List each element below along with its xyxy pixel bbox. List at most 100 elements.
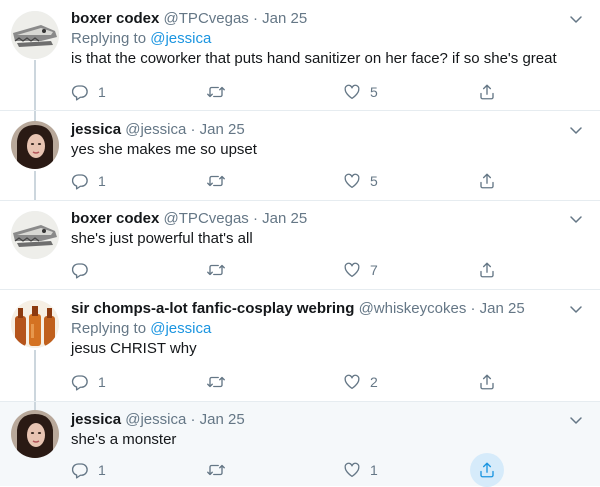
tweet-date[interactable]: Jan 25 <box>262 10 307 27</box>
woman-portrait-avatar <box>11 410 59 458</box>
heart-icon <box>344 173 360 189</box>
separator-dot: · <box>252 10 258 27</box>
tweet-date[interactable]: Jan 25 <box>262 210 307 227</box>
display-name[interactable]: jessica <box>71 411 121 428</box>
heart-icon <box>344 462 360 478</box>
retweet-icon <box>207 86 225 98</box>
retweet-button[interactable] <box>206 80 235 104</box>
reply-icon <box>71 174 88 190</box>
like-count: 7 <box>370 262 378 278</box>
tweet-actions: 1 5 <box>71 80 511 104</box>
share-icon <box>480 374 494 390</box>
tweet-actions: 7 <box>71 258 511 282</box>
heart-icon <box>344 262 360 278</box>
share-button[interactable] <box>470 365 504 399</box>
replying-to-label: Replying to <box>71 320 147 337</box>
replying-to-mention[interactable]: @jessica <box>150 320 211 337</box>
tweet[interactable]: jessica @jessica · Jan 25 yes she makes … <box>0 111 600 200</box>
display-name[interactable]: sir chomps-a-lot fanfic-cosplay webring <box>71 300 354 317</box>
reply-count: 1 <box>98 374 106 390</box>
tweet-actions: 1 5 <box>71 169 511 193</box>
reply-count: 1 <box>98 462 106 478</box>
tweet-actions: 1 2 <box>71 370 511 394</box>
retweet-button[interactable] <box>206 370 235 394</box>
tweet[interactable]: boxer codex @TPCvegas · Jan 25 Replying … <box>0 0 600 110</box>
like-count: 2 <box>370 374 378 390</box>
reply-icon <box>71 263 88 279</box>
reply-button[interactable]: 1 <box>71 80 106 104</box>
retweet-button[interactable] <box>206 258 235 282</box>
reply-count: 1 <box>98 173 106 189</box>
bottles-avatar <box>11 300 59 348</box>
user-handle[interactable]: @whiskeycokes <box>359 300 467 317</box>
tweet-date[interactable]: Jan 25 <box>200 121 245 138</box>
share-icon <box>480 462 494 478</box>
separator-dot: · <box>470 300 476 317</box>
replying-to-label: Replying to <box>71 30 147 47</box>
replying-to: Replying to @jessica <box>71 319 570 339</box>
reply-icon <box>71 375 88 391</box>
share-button[interactable] <box>470 253 504 287</box>
replying-to-mention[interactable]: @jessica <box>150 30 211 47</box>
avatar[interactable] <box>11 410 59 458</box>
share-button[interactable] <box>470 453 504 487</box>
like-button[interactable]: 2 <box>343 370 378 394</box>
thread-line <box>34 60 36 110</box>
like-button[interactable]: 7 <box>343 258 378 282</box>
tweet[interactable]: sir chomps-a-lot fanfic-cosplay webring … <box>0 290 600 401</box>
reply-button[interactable]: 1 <box>71 169 106 193</box>
display-name[interactable]: boxer codex <box>71 210 159 227</box>
tweet-actions: 1 1 <box>71 453 511 487</box>
separator-dot: · <box>190 121 196 138</box>
chevron-down-icon[interactable] <box>568 122 584 138</box>
tweet-date[interactable]: Jan 25 <box>200 411 245 428</box>
share-button[interactable] <box>470 164 504 198</box>
user-handle[interactable]: @jessica <box>125 121 186 138</box>
heart-icon <box>344 374 360 390</box>
like-button[interactable]: 5 <box>343 169 378 193</box>
like-count: 5 <box>370 84 378 100</box>
tweet[interactable]: boxer codex @TPCvegas · Jan 25 she's jus… <box>0 201 600 289</box>
like-count: 5 <box>370 173 378 189</box>
user-handle[interactable]: @TPCvegas <box>164 210 249 227</box>
tweet-header: jessica @jessica · Jan 25 <box>71 120 570 140</box>
retweet-button[interactable] <box>206 458 235 482</box>
reply-button[interactable]: 1 <box>71 370 106 394</box>
thread-line <box>34 402 36 410</box>
tweet[interactable]: jessica @jessica · Jan 25 she's a monste… <box>0 402 600 487</box>
tweet-date[interactable]: Jan 25 <box>480 300 525 317</box>
separator-dot: · <box>190 411 196 428</box>
tweet-text: yes she makes me so upset <box>71 141 257 158</box>
reply-button[interactable]: 1 <box>71 458 106 482</box>
share-button[interactable] <box>470 75 504 109</box>
avatar[interactable] <box>11 211 59 259</box>
avatar[interactable] <box>11 121 59 169</box>
reply-button[interactable] <box>71 258 98 282</box>
chevron-down-icon[interactable] <box>568 211 584 227</box>
retweet-button[interactable] <box>206 169 235 193</box>
like-button[interactable]: 1 <box>343 458 378 482</box>
thread-line <box>34 171 36 200</box>
tweet-header: boxer codex @TPCvegas · Jan 25 <box>71 209 570 229</box>
share-icon <box>480 262 494 278</box>
avatar[interactable] <box>11 300 59 348</box>
display-name[interactable]: jessica <box>71 121 121 138</box>
reply-icon <box>71 85 88 101</box>
tweet-header: jessica @jessica · Jan 25 <box>71 410 570 430</box>
chevron-down-icon[interactable] <box>568 412 584 428</box>
tweet-text: is that the coworker that puts hand sani… <box>71 50 557 67</box>
chevron-down-icon[interactable] <box>568 11 584 27</box>
like-button[interactable]: 5 <box>343 80 378 104</box>
retweet-icon <box>207 464 225 476</box>
tweet-text: she's just powerful that's all <box>71 230 253 247</box>
user-handle[interactable]: @TPCvegas <box>164 10 249 27</box>
tweet-text: she's a monster <box>71 431 177 448</box>
thread-line <box>34 350 36 401</box>
user-handle[interactable]: @jessica <box>125 411 186 428</box>
avatar[interactable] <box>11 11 59 59</box>
retweet-icon <box>207 175 225 187</box>
tweet-header: boxer codex @TPCvegas · Jan 25 <box>71 9 570 29</box>
display-name[interactable]: boxer codex <box>71 10 159 27</box>
chevron-down-icon[interactable] <box>568 301 584 317</box>
retweet-icon <box>207 376 225 388</box>
